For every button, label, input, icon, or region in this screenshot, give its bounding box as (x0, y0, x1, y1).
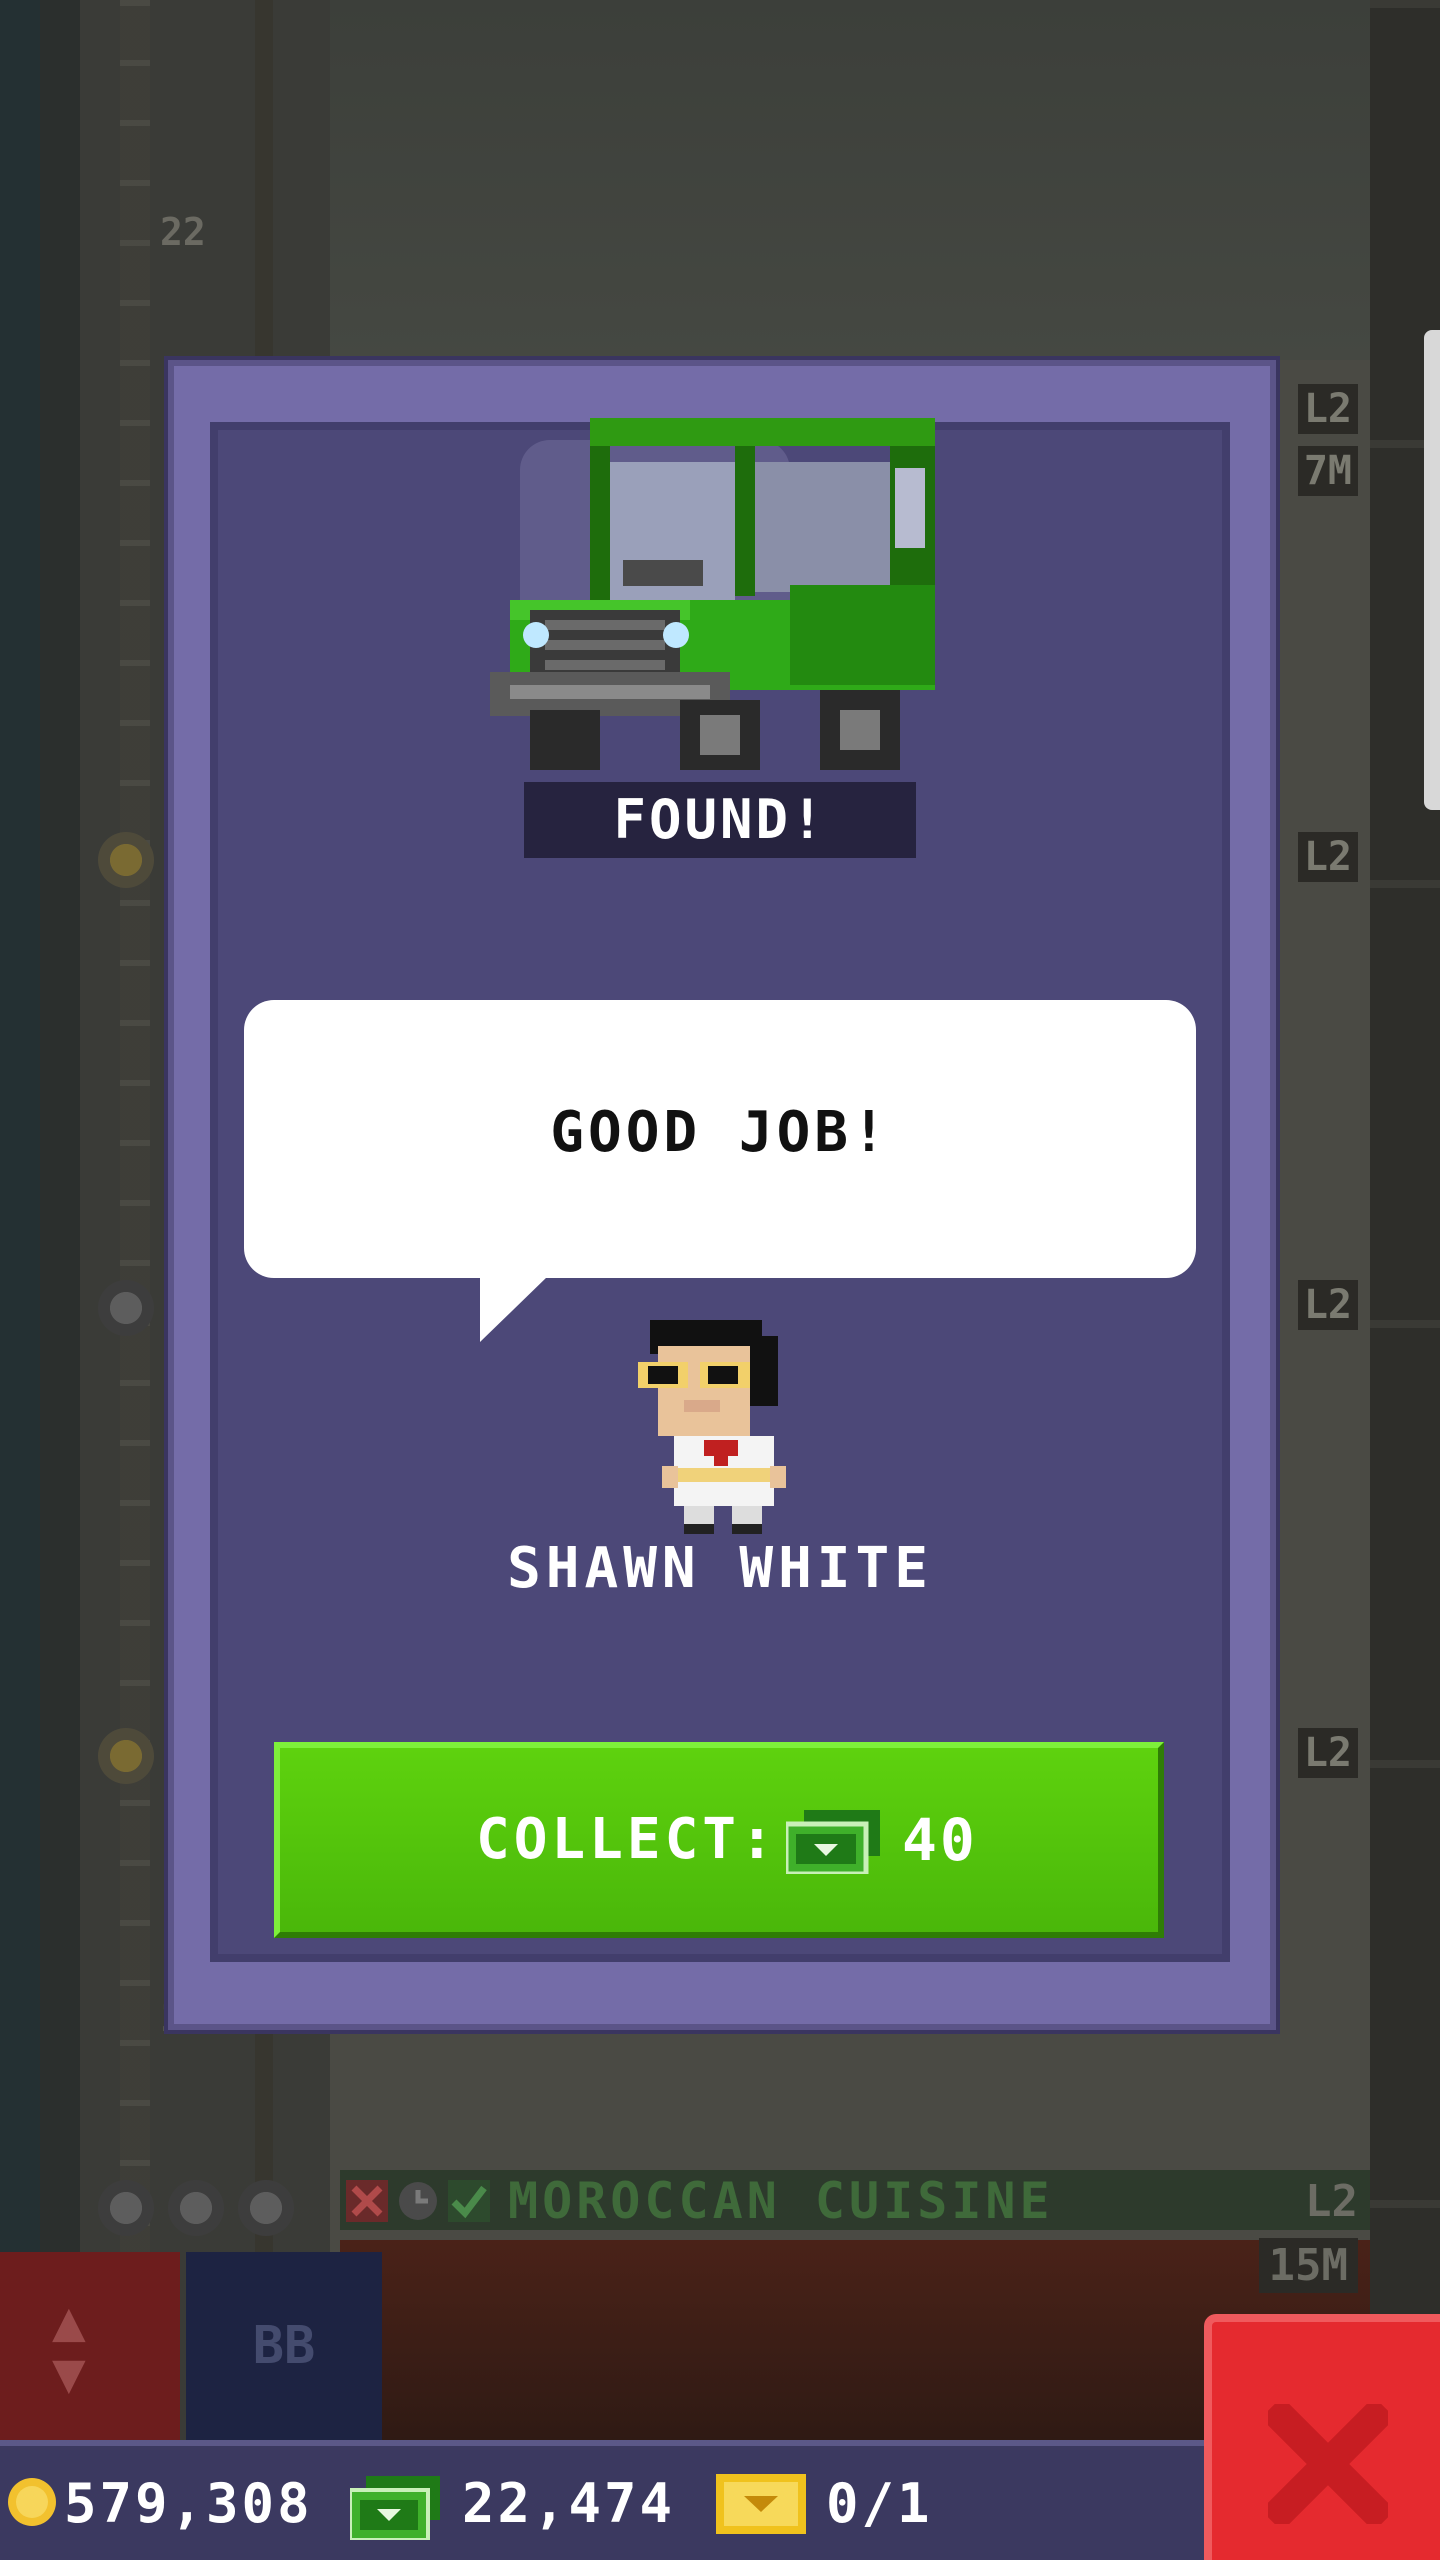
floor-star-icon (98, 1728, 154, 1784)
elevator-shaft (120, 0, 150, 2260)
tower-bux-icon (350, 2476, 440, 2540)
bux-balance: 22,474 (462, 2472, 676, 2535)
speech-bubble-tail (480, 1276, 548, 1342)
moroccan-floor-price: 15M (1258, 2238, 1358, 2293)
floor-star-icon (98, 2180, 154, 2236)
currency-status-bar: 579,308 22,474 0/1 (0, 2440, 1204, 2560)
tower-bux-icon (786, 1810, 880, 1874)
coin-balance: 579,308 (64, 2472, 313, 2535)
elevator-move-control[interactable] (0, 2252, 180, 2440)
ticket-count: 0/1 (826, 2472, 933, 2535)
floor-level-tag: L2 (1297, 1728, 1358, 1778)
floor-star-icon (238, 2180, 294, 2236)
floor-22-interior (330, 0, 1370, 360)
floor-status-icons (346, 2180, 490, 2222)
close-icon (1268, 2404, 1388, 2524)
green-jeep-icon (490, 418, 935, 770)
coin-icon (8, 2478, 56, 2526)
character-name: SHAWN WHITE (507, 1536, 933, 1601)
floor-price-tag: 7M (1297, 446, 1358, 496)
moroccan-floor-name: MOROCCAN CUISINE (508, 2172, 1054, 2230)
floor-level-tag: L2 (1297, 832, 1358, 882)
found-status-banner: FOUND! (524, 782, 916, 858)
floor-level-tag: L2 (1297, 1280, 1358, 1330)
speech-text: GOOD JOB! (550, 1100, 890, 1165)
collect-label: COLLECT: (476, 1807, 778, 1872)
floor-number-22: 22 (160, 210, 206, 254)
bitizen-avatar (638, 1320, 786, 1534)
floor-level-tag: L2 (1297, 384, 1358, 434)
close-button[interactable] (1204, 2314, 1440, 2560)
floor-star-icon (168, 2180, 224, 2236)
side-scroll-handle[interactable] (1424, 330, 1440, 810)
up-down-arrows-icon: ▲ ▼ (52, 2289, 86, 2406)
floor-star-icon (98, 1280, 154, 1336)
golden-ticket-icon (716, 2474, 806, 2534)
moroccan-floor-level: L2 (1305, 2176, 1358, 2227)
collect-button[interactable]: COLLECT: 40 (274, 1742, 1164, 1938)
floor-star-icon (98, 832, 154, 888)
game-screen: { "background": { "floor_numbers": ["22"… (0, 0, 1440, 2560)
bitbook-button[interactable]: BB (186, 2252, 382, 2440)
collect-amount: 40 (902, 1806, 978, 1874)
